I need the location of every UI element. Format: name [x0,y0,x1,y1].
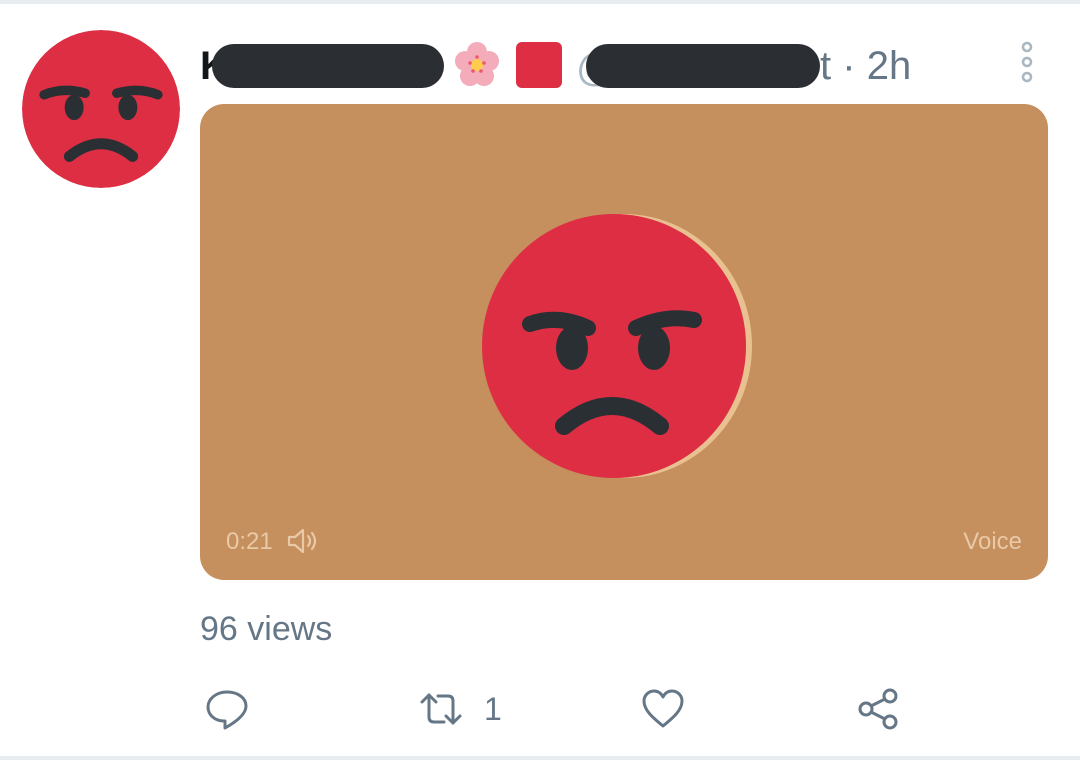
cherry-blossom-icon [455,42,499,86]
tweet-card[interactable]: K @ t · 2h [0,4,1080,756]
heart-icon [642,689,684,728]
reply-button[interactable] [204,684,250,734]
share-button[interactable] [856,684,902,734]
speaker-icon[interactable] [286,526,322,556]
media-duration: 0:21 [226,528,273,555]
tweet-header: K @ t · 2h [200,34,1040,94]
angry-face-icon [482,214,752,478]
voice-media-player[interactable]: 0:21 Voice [200,104,1048,580]
avatar[interactable] [22,30,180,188]
more-options-icon[interactable] [1016,40,1038,84]
reply-icon [206,690,248,730]
retweet-icon [420,693,462,725]
redacted-author-name [212,44,444,88]
retweet-count: 1 [484,690,502,727]
bottom-divider [0,756,1080,760]
retweet-button[interactable]: 1 [418,684,502,734]
red-square-icon [516,42,562,88]
redacted-author-handle [586,44,820,88]
angry-face-icon [22,30,180,188]
tweet-time[interactable]: 2h [867,44,912,88]
author-handle-end: t [820,44,832,88]
view-count: 96 views [200,610,333,648]
time-separator: · [842,44,856,88]
share-icon [858,688,898,730]
tweet-actions: 1 [200,684,960,734]
handle-and-time: t · 2h [820,44,911,89]
like-button[interactable] [640,684,686,734]
media-angry-face [482,210,754,478]
media-type-label: Voice [963,528,1022,555]
